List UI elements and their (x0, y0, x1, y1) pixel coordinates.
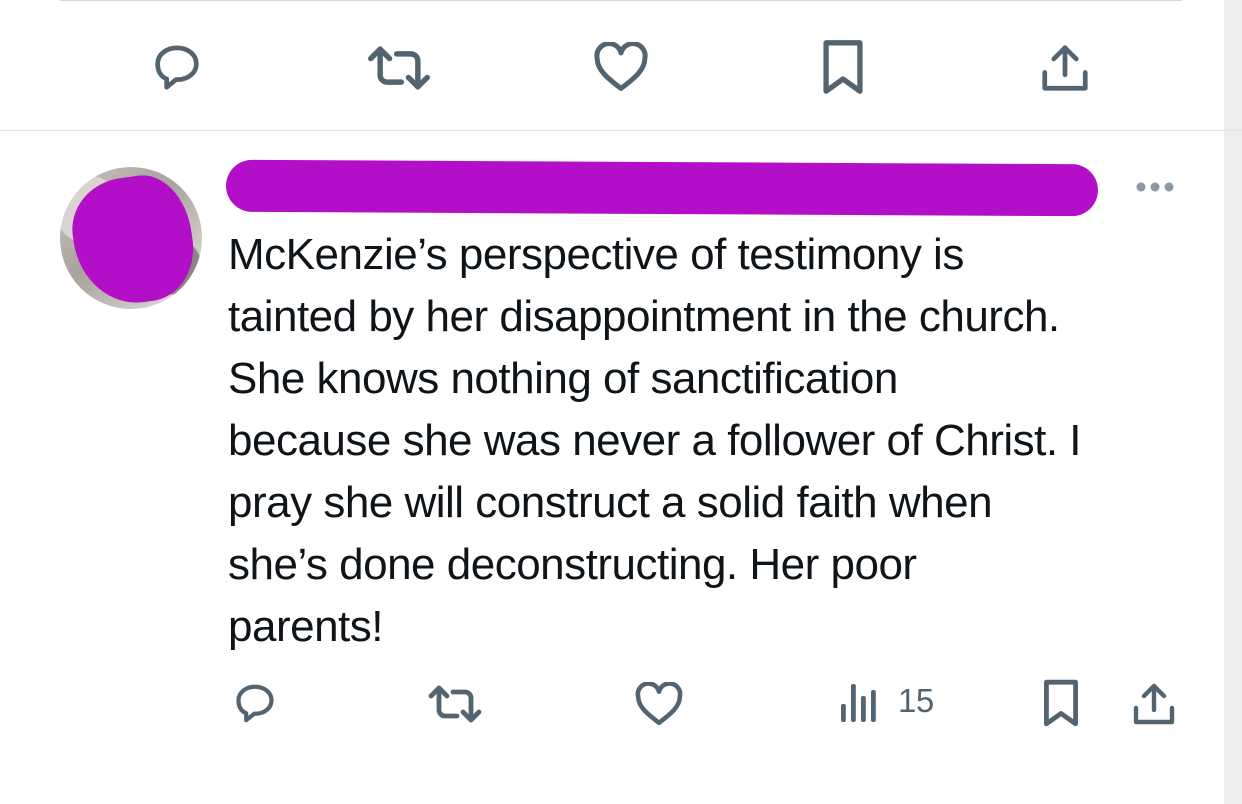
share-icon[interactable] (1130, 680, 1178, 728)
bookmark-icon[interactable] (1040, 678, 1082, 728)
previous-tweet-action-bar (0, 0, 1224, 131)
avatar-redaction (65, 169, 201, 309)
avatar[interactable] (60, 167, 202, 309)
heart-icon[interactable] (592, 42, 650, 92)
tweet-divider (0, 130, 1242, 131)
reply-icon[interactable] (148, 40, 206, 94)
retweet-icon[interactable] (426, 684, 484, 724)
scrollbar[interactable] (1224, 0, 1242, 804)
bookmark-icon[interactable] (820, 38, 866, 96)
share-icon[interactable] (1038, 40, 1092, 96)
views-icon[interactable] (838, 680, 880, 724)
heart-icon[interactable] (634, 682, 684, 726)
tweet-action-bar (0, 660, 1224, 750)
more-horizontal-icon[interactable] (1134, 180, 1176, 194)
tweet-text: McKenzie’s perspective of testimony is t… (228, 230, 1082, 651)
reply-icon[interactable] (230, 680, 280, 726)
views-count: 15 (898, 682, 934, 719)
author-name-redaction (225, 159, 1099, 217)
retweet-icon[interactable] (366, 44, 432, 92)
